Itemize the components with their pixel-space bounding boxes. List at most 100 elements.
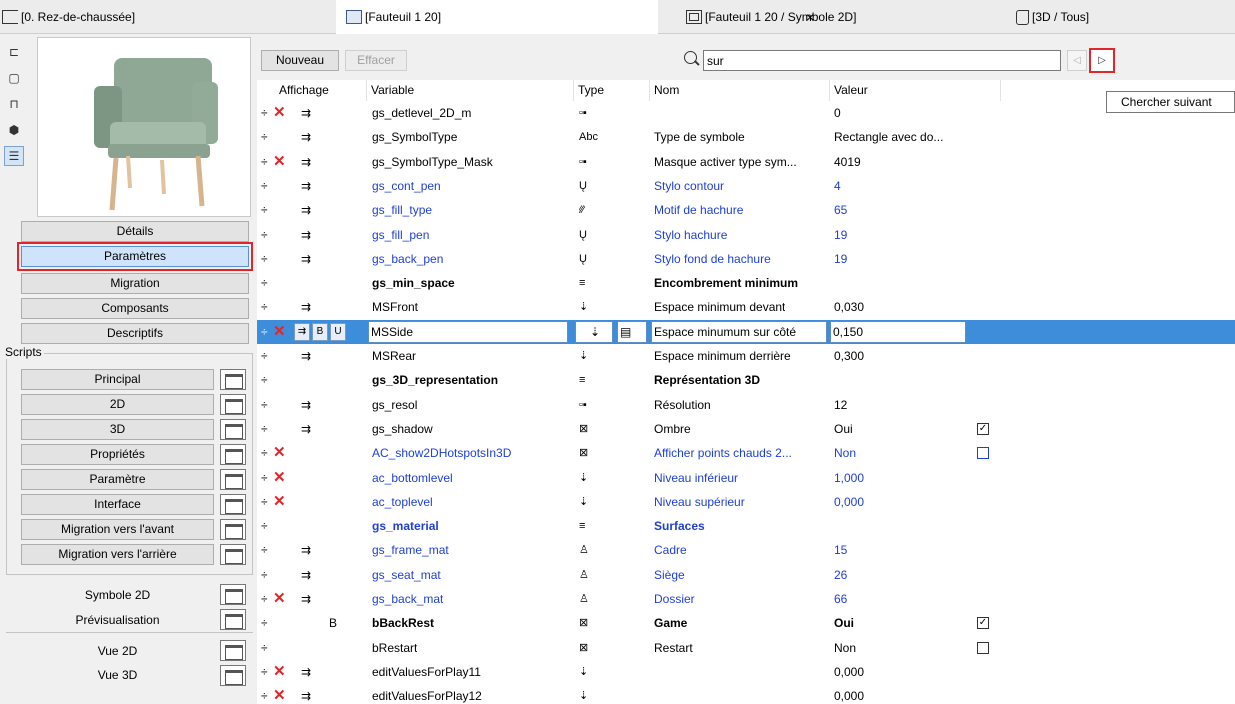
table-row[interactable]: ÷ ✕ AC_show2DHotspotsIn3D ⊠ Afficher points … [257, 441, 1235, 465]
variable-cell[interactable]: gs_fill_pen [372, 223, 429, 247]
plan-view-icon[interactable]: ⊏ [4, 42, 24, 62]
value-checkbox[interactable] [977, 447, 989, 460]
value-cell[interactable]: 0,000 [834, 660, 864, 684]
open-window-icon[interactable] [220, 469, 246, 490]
variable-cell[interactable]: AC_show2DHotspotsIn3D [372, 441, 511, 465]
variable-cell[interactable]: gs_seat_mat [372, 563, 441, 587]
table-row[interactable]: ÷ ✕ ⇉ gs_detlevel_2D_m ▫▪ 0 [257, 101, 1235, 125]
hide-toggle-icon[interactable]: ⇉ [301, 417, 311, 441]
value-cell[interactable]: 0,150 [830, 320, 966, 343]
type-cell[interactable]: ▫▪ [579, 150, 587, 174]
type-cell[interactable]: ▫▪ [579, 393, 587, 417]
row-order-handle[interactable]: ÷ [261, 393, 268, 417]
table-row[interactable]: ÷ gs_min_space ≡ Encombrement minimum [257, 271, 1235, 295]
type-cell[interactable]: ⇣ [579, 344, 588, 368]
open-window-icon[interactable] [220, 444, 246, 465]
row-order-handle[interactable]: ÷ [261, 587, 268, 611]
type-cell[interactable]: ≡ [579, 368, 585, 392]
type-cell[interactable]: Ų [579, 174, 587, 198]
delete-x-icon[interactable]: ✕ [273, 101, 286, 125]
delete-x-icon[interactable]: ✕ [273, 660, 286, 684]
type-cell[interactable]: ⊠ [579, 417, 588, 441]
name-cell[interactable]: Représentation 3D [654, 368, 760, 392]
variable-cell[interactable]: ac_bottomlevel [372, 466, 453, 490]
table-row[interactable]: ÷ ⇉ gs_fill_pen Ų Stylo hachure 19 [257, 223, 1235, 247]
variable-cell[interactable]: gs_fill_type [372, 198, 432, 222]
row-order-handle[interactable]: ÷ [261, 101, 268, 125]
name-cell[interactable]: Dossier [654, 587, 695, 611]
row-order-handle[interactable]: ÷ [261, 198, 268, 222]
name-cell[interactable]: Surfaces [654, 514, 705, 538]
row-order-handle[interactable]: ÷ [261, 684, 268, 704]
variable-cell[interactable]: gs_min_space [372, 271, 455, 295]
table-row[interactable]: ÷ ⇉ gs_cont_pen Ų Stylo contour 4 [257, 174, 1235, 198]
script-3d-button[interactable]: 3D [21, 419, 214, 440]
variable-cell[interactable]: gs_back_pen [372, 247, 443, 271]
row-order-handle[interactable]: ÷ [261, 344, 268, 368]
search-input[interactable] [703, 50, 1061, 71]
row-order-handle[interactable]: ÷ [261, 514, 268, 538]
table-row[interactable]: ÷ ⇉ gs_SymbolType Abc Type de symbole Rectang… [257, 125, 1235, 149]
name-cell[interactable]: Motif de hachure [654, 198, 743, 222]
tab-symbol-2d[interactable]: [Fauteuil 1 20 / Symbole 2D] [686, 0, 986, 34]
script-backward-migration-button[interactable]: Migration vers l'arrière [21, 544, 214, 565]
script-2d-button[interactable]: 2D [21, 394, 214, 415]
name-cell[interactable]: Espace minumum sur côté [651, 320, 827, 343]
hide-toggle-icon[interactable]: ⇉ [301, 101, 311, 125]
table-row[interactable]: ÷ ⇉ gs_seat_mat ♙ Siège 26 [257, 563, 1235, 587]
delete-x-icon[interactable]: ✕ [273, 490, 286, 514]
name-cell[interactable]: Siège [654, 563, 685, 587]
type-cell[interactable]: ⇣ [579, 466, 588, 490]
bold-toggle[interactable]: B [312, 322, 328, 341]
type-cell[interactable]: ♙ [579, 587, 589, 611]
open-window-icon[interactable] [220, 665, 246, 686]
table-row[interactable]: ÷ ✕ ⇉ B U MSSide ⇣ ▤ Espace minumum sur côté 0,15… [257, 319, 1235, 344]
open-window-icon[interactable] [220, 494, 246, 515]
open-window-icon[interactable] [220, 640, 246, 661]
value-cell[interactable]: Oui [834, 611, 854, 635]
hide-toggle-icon[interactable]: ⇉ [301, 538, 311, 562]
type-cell[interactable]: ≡ [579, 514, 585, 538]
name-cell[interactable]: Masque activer type sym... [654, 150, 797, 174]
hide-toggle-icon[interactable]: ⇉ [301, 344, 311, 368]
name-cell[interactable]: Stylo fond de hachure [654, 247, 771, 271]
value-cell[interactable]: Non [834, 441, 856, 465]
array-icon[interactable]: ▤ [617, 320, 647, 343]
row-order-handle[interactable]: ÷ [261, 660, 268, 684]
variable-cell[interactable]: gs_material [372, 514, 439, 538]
type-cell[interactable]: Ų [579, 223, 587, 247]
row-order-handle[interactable]: ÷ [261, 320, 268, 344]
variable-cell[interactable]: gs_back_mat [372, 587, 443, 611]
script-forward-migration-button[interactable]: Migration vers l'avant [21, 519, 214, 540]
delete-x-icon[interactable]: ✕ [273, 441, 286, 465]
type-cell[interactable]: ⊠ [579, 636, 588, 660]
value-checkbox[interactable]: ✓ [977, 617, 989, 630]
type-cell[interactable]: ⁄⁄⁄ [579, 198, 585, 222]
row-order-handle[interactable]: ÷ [261, 247, 268, 271]
find-next-button[interactable]: ▷ [1089, 48, 1115, 73]
table-row[interactable]: ÷ ✕ ac_bottomlevel ⇣ Niveau inférieur 1,000 [257, 466, 1235, 490]
variable-cell[interactable]: MSFront [372, 295, 418, 319]
script-parameter-button[interactable]: Paramètre [21, 469, 214, 490]
variable-cell[interactable]: gs_SymbolType_Mask [372, 150, 493, 174]
details-button[interactable]: Détails [21, 221, 249, 242]
row-order-handle[interactable]: ÷ [261, 490, 268, 514]
table-row[interactable]: ÷ BbBackRest ⊠ Game Oui ✓ [257, 611, 1235, 635]
row-order-handle[interactable]: ÷ [261, 563, 268, 587]
table-row[interactable]: ÷ ✕ ⇉ gs_back_mat ♙ Dossier 66 [257, 587, 1235, 611]
variable-cell[interactable]: gs_detlevel_2D_m [372, 101, 471, 125]
open-window-icon[interactable] [220, 419, 246, 440]
value-cell[interactable]: Non [834, 636, 856, 660]
variable-cell[interactable]: editValuesForPlay11 [372, 660, 481, 684]
value-checkbox[interactable] [977, 641, 989, 654]
type-cell[interactable]: ⇣ [575, 320, 613, 343]
table-row[interactable]: ÷ ⇉ MSFront ⇣ Espace minimum devant 0,030 [257, 295, 1235, 319]
type-cell[interactable]: ⊠ [579, 441, 588, 465]
type-cell[interactable]: Ų [579, 247, 587, 271]
type-cell[interactable]: ♙ [579, 538, 589, 562]
variable-cell[interactable]: gs_shadow [372, 417, 433, 441]
table-row[interactable]: ÷ ⇉ MSRear ⇣ Espace minimum derrière 0,300 [257, 344, 1235, 368]
variable-cell[interactable]: gs_frame_mat [372, 538, 449, 562]
row-order-handle[interactable]: ÷ [261, 611, 268, 635]
variable-cell[interactable]: ac_toplevel [372, 490, 433, 514]
